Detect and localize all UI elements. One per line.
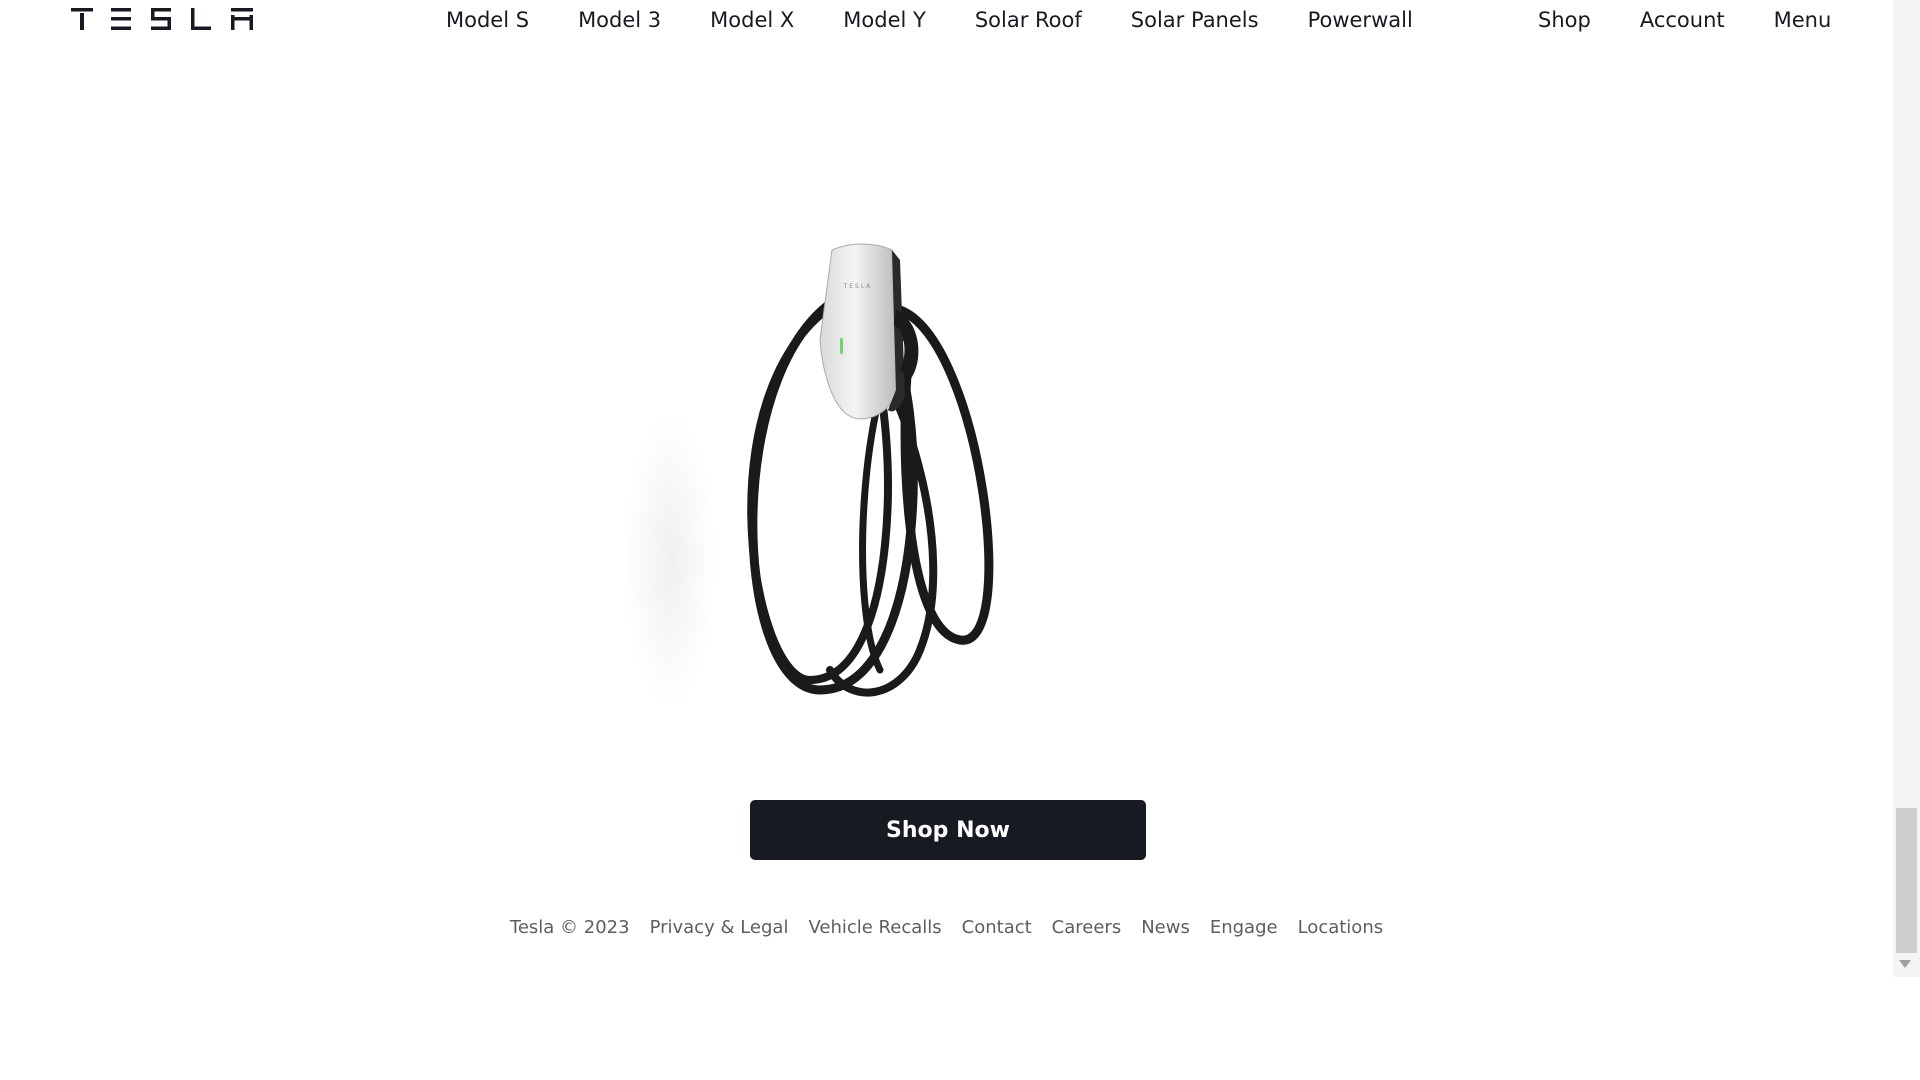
viewport: Model S Model 3 Model X Model Y Solar Ro… bbox=[0, 0, 1893, 977]
main-nav: Model S Model 3 Model X Model Y Solar Ro… bbox=[440, 0, 1419, 40]
footer-link-careers[interactable]: Careers bbox=[1052, 917, 1122, 938]
wall-connector-icon: TESLA bbox=[625, 243, 994, 710]
nav-shop[interactable]: Shop bbox=[1532, 0, 1597, 40]
page: Model S Model 3 Model X Model Y Solar Ro… bbox=[0, 0, 1920, 1080]
nav-model-s[interactable]: Model S bbox=[440, 0, 535, 40]
vertical-scrollbar[interactable] bbox=[1893, 0, 1920, 977]
tesla-logo-icon bbox=[71, 8, 253, 30]
nav-model-x[interactable]: Model X bbox=[704, 0, 800, 40]
footer-link-locations[interactable]: Locations bbox=[1298, 917, 1384, 938]
nav-model-y[interactable]: Model Y bbox=[837, 0, 932, 40]
account-nav: Shop Account Menu bbox=[1532, 0, 1837, 40]
footer-link-privacy-legal[interactable]: Privacy & Legal bbox=[650, 917, 789, 938]
site-header: Model S Model 3 Model X Model Y Solar Ro… bbox=[0, 0, 1893, 40]
shop-now-button[interactable]: Shop Now bbox=[750, 800, 1146, 860]
nav-powerwall[interactable]: Powerwall bbox=[1302, 0, 1419, 40]
nav-model-3[interactable]: Model 3 bbox=[572, 0, 667, 40]
device-brand-text: TESLA bbox=[843, 283, 873, 290]
nav-solar-roof[interactable]: Solar Roof bbox=[969, 0, 1088, 40]
copyright-text: Tesla © 2023 bbox=[509, 916, 630, 938]
nav-menu[interactable]: Menu bbox=[1768, 0, 1838, 40]
site-footer: Tesla © 2023 Privacy & Legal Vehicle Rec… bbox=[0, 912, 1893, 942]
footer-link-news[interactable]: News bbox=[1141, 917, 1190, 938]
nav-account[interactable]: Account bbox=[1634, 0, 1731, 40]
footer-link-contact[interactable]: Contact bbox=[962, 917, 1032, 938]
scroll-down-arrow-icon[interactable] bbox=[1899, 960, 1911, 968]
wall-connector-image: TESLA bbox=[600, 230, 1120, 750]
scrollbar-thumb[interactable] bbox=[1896, 808, 1917, 953]
footer-link-vehicle-recalls[interactable]: Vehicle Recalls bbox=[808, 917, 941, 938]
nav-solar-panels[interactable]: Solar Panels bbox=[1125, 0, 1265, 40]
footer-link-engage[interactable]: Engage bbox=[1210, 917, 1278, 938]
tesla-logo[interactable] bbox=[71, 8, 253, 30]
